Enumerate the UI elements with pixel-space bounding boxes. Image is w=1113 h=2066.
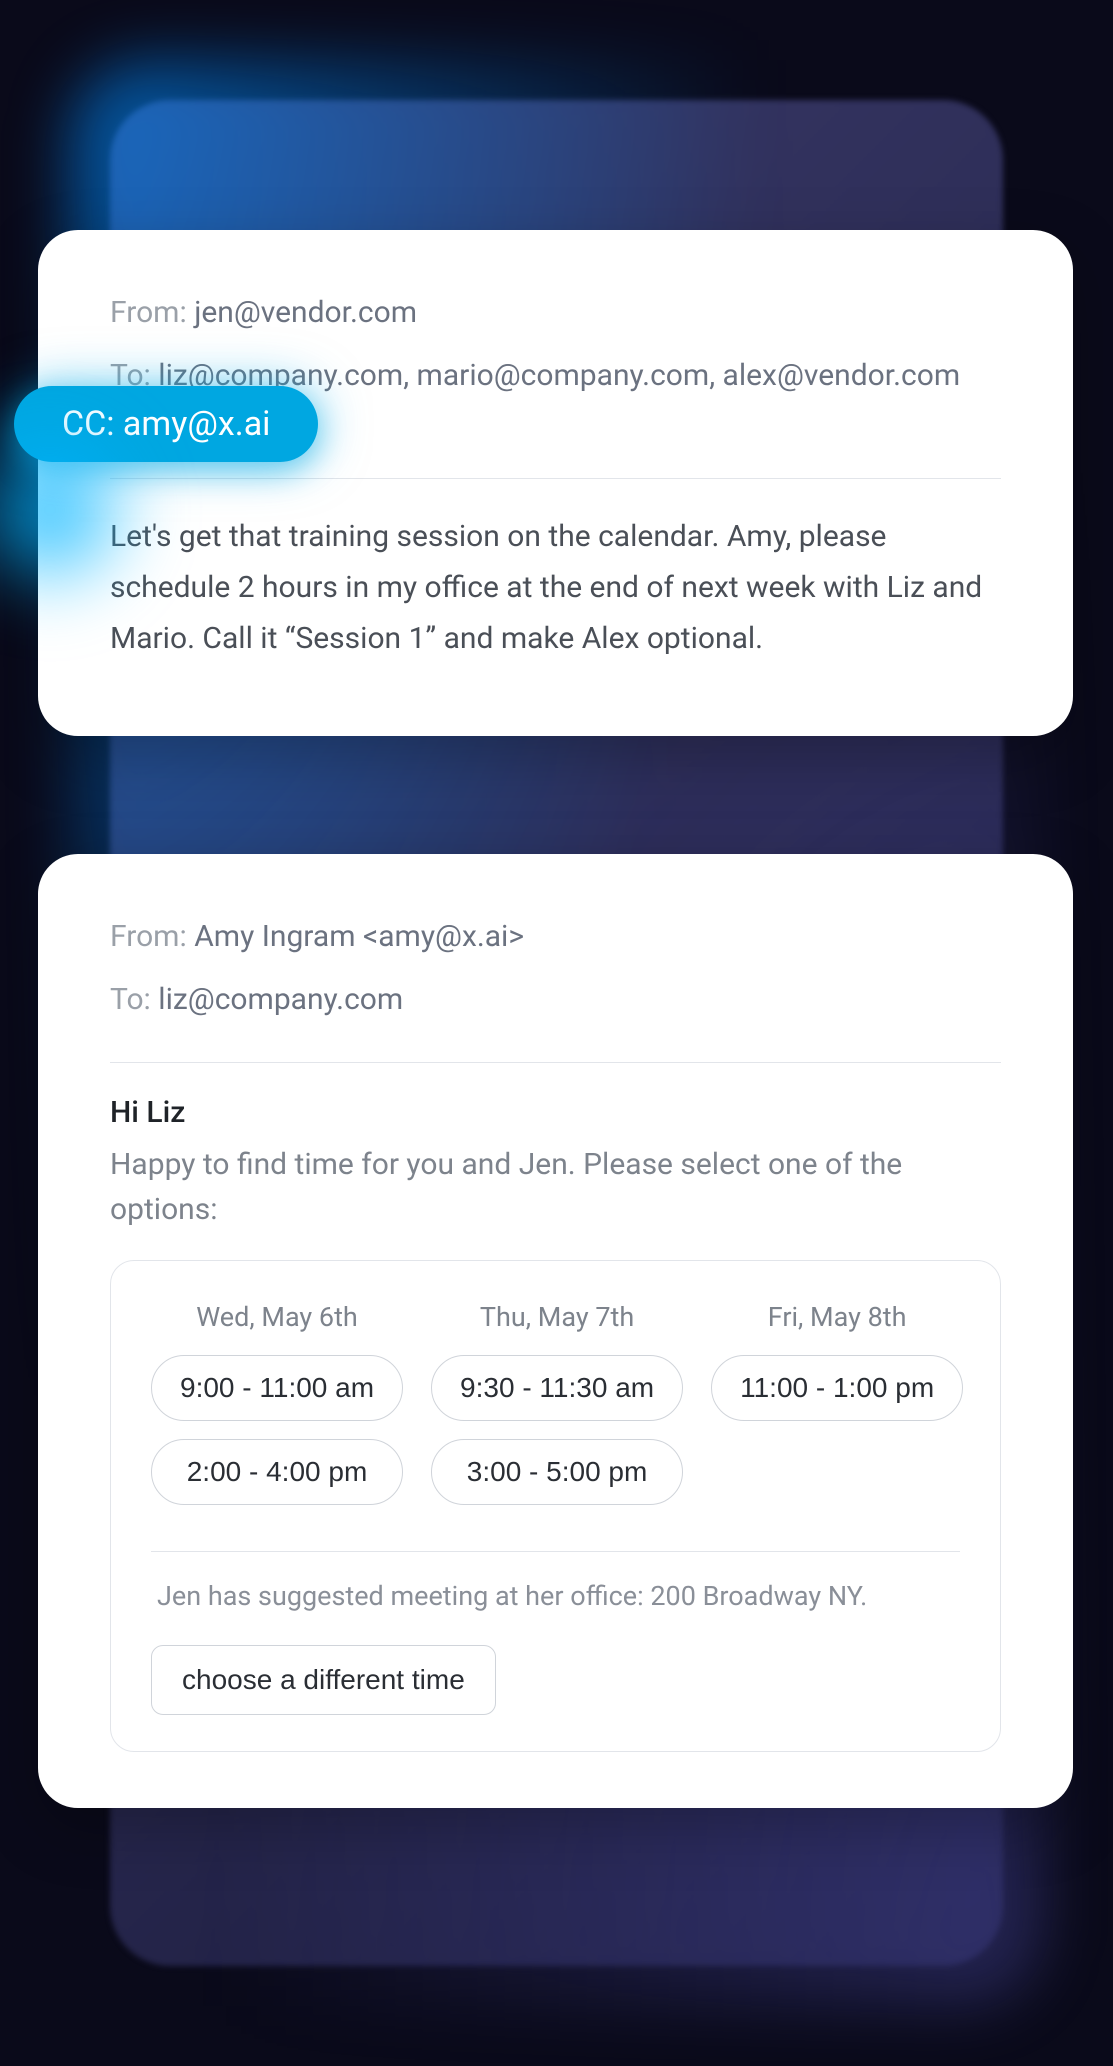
email-card-request: From: jen@vendor.com To: liz@company.com… — [38, 230, 1073, 736]
from-label-2: From: — [110, 919, 194, 954]
time-slot-button[interactable]: 2:00 - 4:00 pm — [151, 1439, 403, 1505]
date-label-thu: Thu, May 7th — [480, 1301, 634, 1333]
time-slot-button[interactable]: 3:00 - 5:00 pm — [431, 1439, 683, 1505]
from-value-2: Amy Ingram <amy@x.ai> — [194, 919, 524, 954]
slot-col-thu: Thu, May 7th 9:30 - 11:30 am 3:00 - 5:00… — [431, 1301, 683, 1523]
intro-text: Happy to find time for you and Jen. Plea… — [110, 1142, 1001, 1232]
options-divider — [151, 1551, 960, 1552]
choose-different-time-button[interactable]: choose a different time — [151, 1645, 496, 1715]
slot-columns: Wed, May 6th 9:00 - 11:00 am 2:00 - 4:00… — [151, 1301, 960, 1523]
from-line: From: jen@vendor.com — [110, 290, 1001, 335]
to-line-2: To: liz@company.com — [110, 977, 1001, 1022]
location-note: Jen has suggested meeting at her office:… — [151, 1576, 960, 1617]
from-line-2: From: Amy Ingram <amy@x.ai> — [110, 914, 1001, 959]
time-slot-button[interactable]: 9:30 - 11:30 am — [431, 1355, 683, 1421]
to-label-2: To: — [110, 982, 158, 1017]
header-divider-2 — [110, 1062, 1001, 1063]
date-label-wed: Wed, May 6th — [196, 1301, 358, 1333]
time-slot-button[interactable]: 11:00 - 1:00 pm — [711, 1355, 963, 1421]
time-slot-button[interactable]: 9:00 - 11:00 am — [151, 1355, 403, 1421]
slot-col-fri: Fri, May 8th 11:00 - 1:00 pm — [711, 1301, 963, 1523]
to-value-2: liz@company.com — [158, 982, 403, 1017]
slot-col-wed: Wed, May 6th 9:00 - 11:00 am 2:00 - 4:00… — [151, 1301, 403, 1523]
date-label-fri: Fri, May 8th — [768, 1301, 907, 1333]
email-body: Let's get that training session on the c… — [110, 511, 1001, 664]
glow-accent — [0, 400, 160, 620]
from-label: From: — [110, 295, 194, 330]
greeting: Hi Liz — [110, 1095, 1001, 1130]
header-divider — [110, 478, 1001, 479]
time-options-box: Wed, May 6th 9:00 - 11:00 am 2:00 - 4:00… — [110, 1260, 1001, 1752]
email-card-response: From: Amy Ingram <amy@x.ai> To: liz@comp… — [38, 854, 1073, 1808]
from-value: jen@vendor.com — [194, 295, 417, 330]
